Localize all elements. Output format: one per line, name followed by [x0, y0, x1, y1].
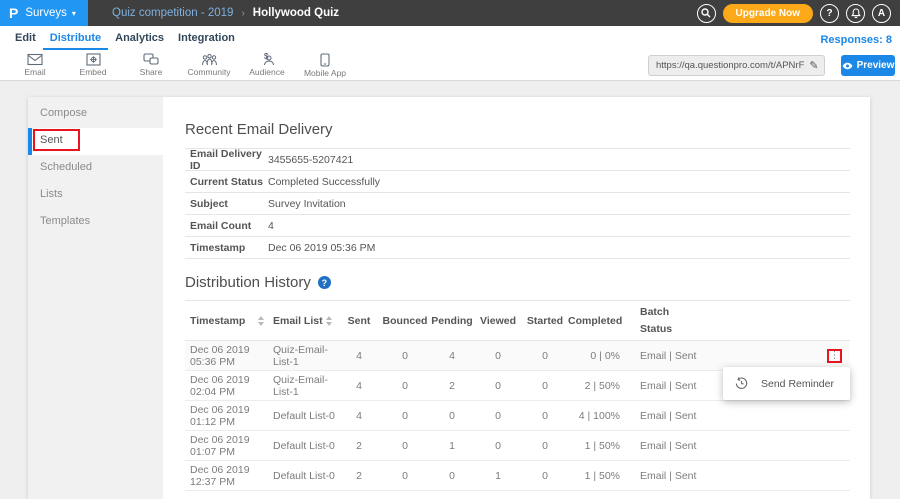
sidebar-item-scheduled[interactable]: Scheduled	[28, 155, 163, 182]
row-context-menu: Send Reminder	[723, 367, 850, 400]
col-started: Started	[522, 315, 568, 327]
community-icon	[201, 53, 218, 66]
audience-icon: $	[259, 53, 276, 66]
questionpro-logo-icon: P	[9, 5, 18, 21]
channel-audience[interactable]: $ Audience	[238, 53, 296, 77]
distribute-toolbar: Email Embed Share Community $ Audience M…	[0, 50, 900, 81]
email-icon	[27, 53, 43, 66]
tab-distribute[interactable]: Distribute	[43, 32, 108, 50]
delivery-id-row: Email Delivery ID 3455655-5207421	[185, 149, 850, 171]
edit-url-icon[interactable]: ✎	[804, 59, 824, 72]
sent-main: Recent Email Delivery Email Delivery ID …	[163, 97, 870, 491]
share-icon	[143, 53, 159, 66]
survey-nav: Edit Distribute Analytics Integration Re…	[0, 26, 900, 50]
distribution-history-title: Distribution History ?	[185, 274, 850, 291]
surveys-menu-label: Surveys	[25, 7, 67, 19]
help-icon[interactable]: ?	[318, 276, 331, 289]
preview-label: Preview	[857, 60, 895, 71]
channel-embed[interactable]: Embed	[64, 53, 122, 77]
search-icon	[701, 8, 711, 18]
content-panel: Compose Sent Scheduled Lists Templates R…	[28, 97, 870, 499]
notifications-button[interactable]	[846, 4, 865, 23]
email-count-row: Email Count 4	[185, 215, 850, 237]
col-timestamp: Timestamp	[190, 315, 245, 327]
recent-delivery-title: Recent Email Delivery	[185, 121, 850, 138]
eye-icon	[842, 62, 853, 70]
breadcrumb-parent[interactable]: Quiz competition - 2019	[112, 7, 233, 19]
col-sent: Sent	[338, 315, 380, 327]
top-bar: P Surveys ▾ Quiz competition - 2019 › Ho…	[0, 0, 900, 26]
tab-edit[interactable]: Edit	[8, 32, 43, 50]
channel-community[interactable]: Community	[180, 53, 238, 77]
col-email-list: Email List	[273, 315, 323, 327]
breadcrumb-separator-icon: ›	[241, 8, 244, 19]
top-actions: Upgrade Now ? A	[697, 0, 900, 26]
table-row: Dec 06 2019 01:12 PM Default List-0 4 0 …	[185, 401, 850, 431]
sidebar-item-lists[interactable]: Lists	[28, 182, 163, 209]
responses-count[interactable]: Responses: 8	[820, 34, 892, 50]
sent-sidebar: Compose Sent Scheduled Lists Templates	[28, 97, 163, 499]
help-button[interactable]: ?	[820, 4, 839, 23]
channel-email[interactable]: Email	[6, 53, 64, 77]
row-menu-icon[interactable]: ⋮	[830, 351, 840, 361]
table-row: Dec 06 2019 12:37 PM Default List-0 2 0 …	[185, 461, 850, 491]
sort-email-list-icon[interactable]	[326, 316, 332, 326]
breadcrumb: Quiz competition - 2019 › Hollywood Quiz	[112, 0, 339, 26]
sidebar-item-sent[interactable]: Sent	[28, 128, 163, 155]
account-avatar[interactable]: A	[872, 4, 891, 23]
timestamp-row: Timestamp Dec 06 2019 05:36 PM	[185, 237, 850, 259]
breadcrumb-current: Hollywood Quiz	[253, 7, 339, 19]
preview-button[interactable]: Preview	[841, 55, 895, 76]
tab-analytics[interactable]: Analytics	[108, 32, 171, 50]
current-status-row: Current Status Completed Successfully	[185, 171, 850, 193]
embed-icon	[86, 53, 101, 66]
mobile-app-icon	[320, 53, 330, 67]
annotation-box-sent: Sent	[33, 129, 80, 151]
upgrade-now-button[interactable]: Upgrade Now	[723, 4, 813, 23]
col-pending: Pending	[430, 315, 474, 327]
survey-url-field[interactable]: https://qa.questionpro.com/t/APNrFZf29 ✎	[648, 55, 825, 76]
surveys-menu[interactable]: P Surveys ▾	[0, 0, 88, 26]
sidebar-item-templates[interactable]: Templates	[28, 209, 163, 236]
sidebar-item-sent-label: Sent	[40, 134, 63, 146]
recent-delivery-table: Email Delivery ID 3455655-5207421 Curren…	[185, 148, 850, 259]
channel-mobile-app[interactable]: Mobile App	[296, 53, 354, 78]
channel-share[interactable]: Share	[122, 53, 180, 77]
search-button[interactable]	[697, 4, 716, 23]
chevron-down-icon: ▾	[72, 9, 76, 18]
table-header-row: Timestamp Email List Sent Bounced Pendin…	[185, 301, 850, 341]
send-reminder-icon	[735, 377, 748, 390]
table-row: Dec 06 2019 01:07 PM Default List-0 2 0 …	[185, 431, 850, 461]
survey-url-text[interactable]: https://qa.questionpro.com/t/APNrFZf29	[649, 60, 804, 71]
sidebar-item-compose[interactable]: Compose	[28, 101, 163, 128]
annotation-box-kebab: ⋮	[827, 349, 842, 363]
col-viewed: Viewed	[474, 315, 522, 327]
tab-integration[interactable]: Integration	[171, 32, 242, 50]
col-completed: Completed	[568, 315, 623, 327]
sort-timestamp-icon[interactable]	[258, 316, 264, 326]
bell-icon	[851, 8, 861, 19]
send-reminder-item[interactable]: Send Reminder	[761, 378, 834, 390]
col-bounced: Bounced	[380, 315, 430, 327]
col-batch-status: Batch Status	[640, 304, 680, 337]
subject-row: Subject Survey Invitation	[185, 193, 850, 215]
